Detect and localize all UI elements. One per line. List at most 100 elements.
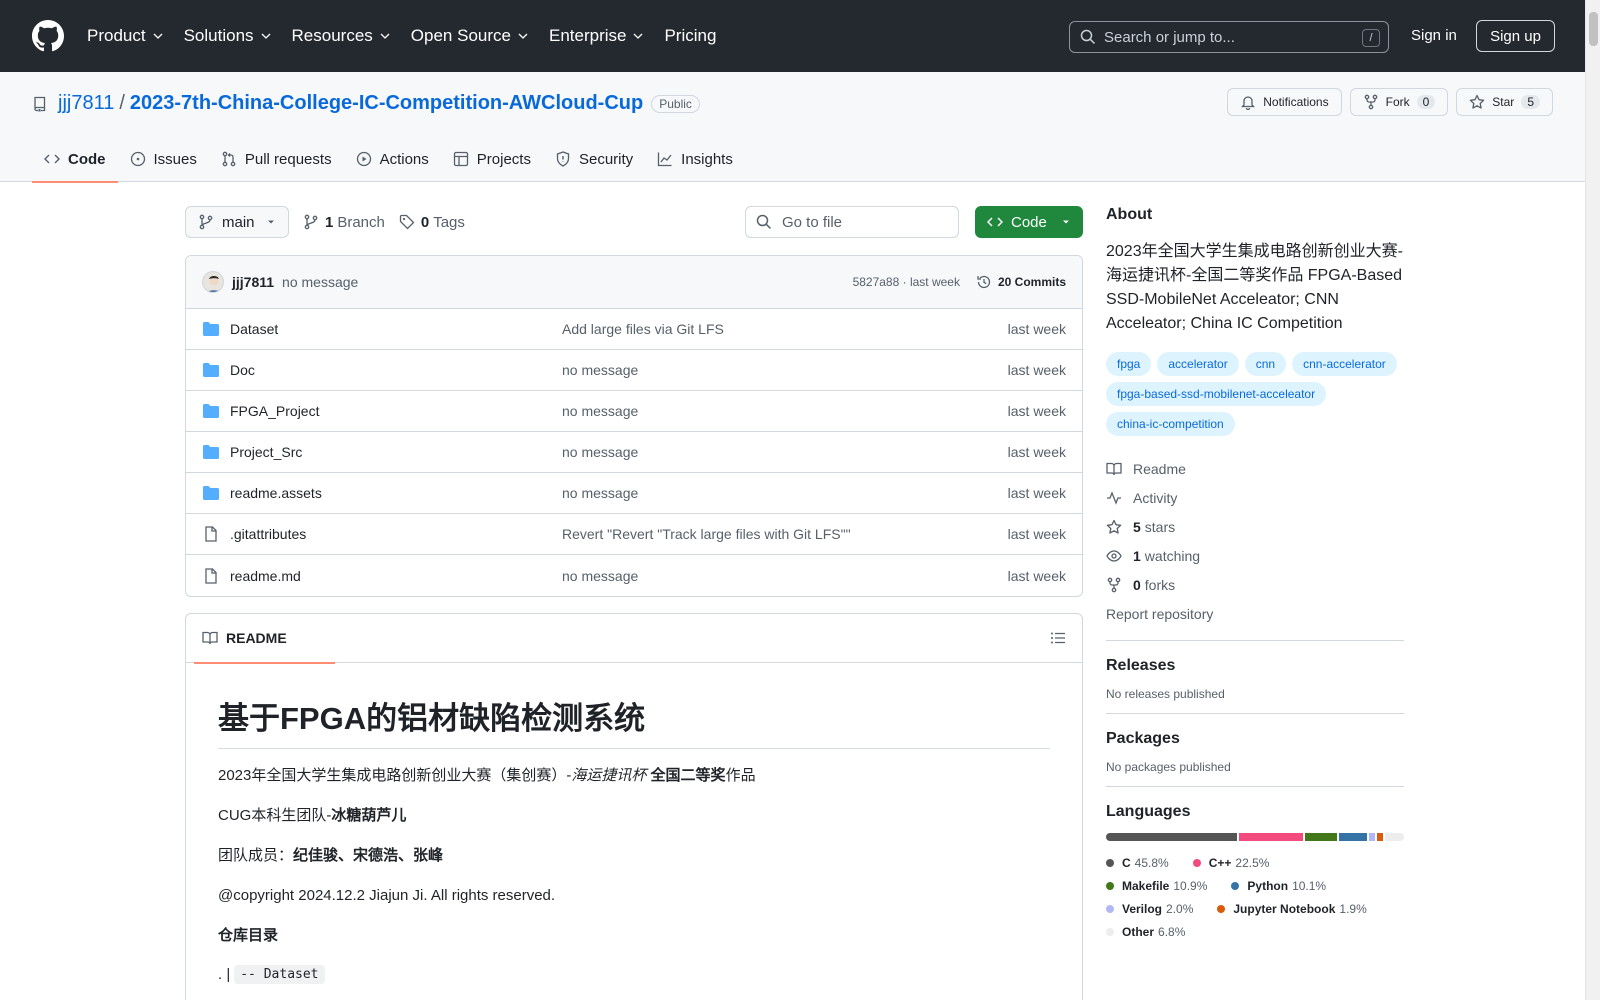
language-item[interactable]: C++ 22.5%	[1192, 851, 1269, 874]
commits-history-link[interactable]: 20 Commits	[976, 274, 1066, 290]
readme-paragraph-award: 2023年全国大学生集成电路创新创业大赛（集创赛）-海运捷讯杯 全国二等奖作品	[218, 765, 1050, 786]
star-count: 5	[1521, 95, 1540, 109]
repo-name-link[interactable]: 2023-7th-China-College-IC-Competition-AW…	[130, 92, 643, 115]
commit-message-link[interactable]: no message	[282, 274, 358, 290]
readme-paragraph-copyright: @copyright 2024.12.2 Jiajun Ji. All righ…	[218, 887, 556, 904]
avatar[interactable]	[202, 271, 224, 293]
tab-code[interactable]: Code	[32, 136, 118, 183]
list-unordered-icon[interactable]	[1050, 630, 1066, 646]
search-placeholder: Search or jump to...	[1104, 28, 1235, 46]
table-row[interactable]: Doc no message last week	[186, 350, 1082, 391]
tab-security[interactable]: Security	[543, 136, 645, 182]
topic-tag[interactable]: china-ic-competition	[1106, 412, 1235, 436]
team-name: 冰糖葫芦儿	[331, 807, 407, 824]
file-name-link[interactable]: readme.assets	[230, 485, 562, 501]
file-commit-message[interactable]: Add large files via Git LFS	[562, 321, 1008, 337]
repo-owner-link[interactable]: jjj7811	[58, 92, 114, 115]
language-item[interactable]: C 45.8%	[1106, 851, 1169, 874]
topic-tag[interactable]: fpga	[1106, 352, 1152, 376]
code-dropdown-button[interactable]: Code	[975, 206, 1083, 238]
language-item[interactable]: Makefile 10.9%	[1106, 874, 1207, 897]
file-name-link[interactable]: FPGA_Project	[230, 403, 562, 419]
nav-open-source[interactable]: Open Source	[411, 26, 529, 46]
fork-button[interactable]: Fork 0	[1349, 88, 1449, 116]
commit-hash-time[interactable]: 5827a88 · last week	[853, 275, 960, 289]
language-item[interactable]: Python 10.1%	[1231, 874, 1326, 897]
file-name-link[interactable]: Project_Src	[230, 444, 562, 460]
nav-pricing[interactable]: Pricing	[664, 26, 716, 46]
language-percent: 6.8%	[1158, 924, 1186, 939]
packages-heading[interactable]: Packages	[1106, 730, 1404, 748]
branch-selector[interactable]: main	[185, 206, 289, 238]
tab-projects[interactable]: Projects	[441, 136, 543, 182]
chevron-down-icon	[518, 33, 528, 39]
tab-issues[interactable]: Issues	[118, 136, 209, 182]
nav-resources[interactable]: Resources	[292, 26, 391, 46]
topic-tag[interactable]: accelerator	[1157, 352, 1239, 376]
language-name: Makefile	[1122, 878, 1170, 893]
file-commit-message[interactable]: no message	[562, 485, 1008, 501]
activity-link[interactable]: Activity	[1106, 483, 1404, 512]
releases-heading[interactable]: Releases	[1106, 657, 1404, 675]
language-name: Python	[1247, 878, 1289, 893]
file-name-link[interactable]: Dataset	[230, 321, 562, 337]
topic-tag[interactable]: cnn	[1244, 352, 1287, 376]
topic-tag[interactable]: fpga-based-ssd-mobilenet-acceleator	[1106, 382, 1327, 406]
file-name-link[interactable]: Doc	[230, 362, 562, 378]
table-row[interactable]: FPGA_Project no message last week	[186, 391, 1082, 432]
repo-icon	[34, 96, 46, 112]
sign-up-button[interactable]: Sign up	[1476, 20, 1555, 52]
tab-pull-requests[interactable]: Pull requests	[209, 136, 344, 182]
file-name-link[interactable]: .gitattributes	[230, 526, 562, 542]
tab-actions[interactable]: Actions	[344, 136, 441, 182]
file-icon	[205, 526, 217, 542]
go-to-file-input[interactable]: Go to file	[745, 206, 959, 238]
global-search-input[interactable]: Search or jump to... /	[1069, 21, 1389, 53]
nav-solutions[interactable]: Solutions	[184, 26, 272, 46]
table-row[interactable]: readme.md no message last week	[186, 555, 1082, 596]
search-icon	[756, 214, 772, 230]
commit-author-link[interactable]: jjj7811	[232, 274, 274, 290]
language-item[interactable]: Jupyter Notebook 1.9%	[1217, 897, 1367, 920]
about-heading: About	[1106, 206, 1153, 223]
file-commit-message[interactable]: no message	[562, 444, 1008, 460]
top-nav: Product Solutions Resources Open Source …	[87, 26, 736, 46]
language-item[interactable]: Other 6.8%	[1106, 920, 1185, 943]
readme-link[interactable]: Readme	[1106, 454, 1404, 483]
branches-link[interactable]: 1 Branch	[303, 214, 385, 231]
sign-in-link[interactable]: Sign in	[1411, 27, 1457, 44]
readme-tab[interactable]: README	[194, 614, 335, 664]
file-name-link[interactable]: readme.md	[230, 568, 562, 584]
file-commit-message[interactable]: Revert "Revert "Track large files with G…	[562, 526, 1008, 542]
table-row[interactable]: Dataset Add large files via Git LFS last w…	[186, 309, 1082, 350]
table-row[interactable]: .gitattributes Revert "Revert "Track larg…	[186, 514, 1082, 555]
code-icon	[987, 217, 1003, 227]
tags-link[interactable]: 0 Tags	[399, 214, 465, 231]
watchers-link[interactable]: 1 watching	[1106, 541, 1404, 570]
tab-insights[interactable]: Insights	[645, 136, 745, 182]
star-button[interactable]: Star 5	[1456, 88, 1553, 116]
table-row[interactable]: Project_Src no message last week	[186, 432, 1082, 473]
forks-link[interactable]: 0 forks	[1106, 570, 1404, 599]
report-repository-link[interactable]: Report repository	[1106, 599, 1404, 628]
readme-paragraph-directory: 仓库目录	[218, 925, 1050, 946]
nav-enterprise[interactable]: Enterprise	[549, 26, 644, 46]
file-commit-message[interactable]: no message	[562, 403, 1008, 419]
topic-tag[interactable]: cnn-accelerator	[1292, 352, 1397, 376]
file-browser: jjj7811 no message 5827a88 · last week 2…	[185, 255, 1083, 597]
language-dot	[1217, 904, 1226, 913]
stars-link[interactable]: 5 stars	[1106, 512, 1404, 541]
language-dot	[1106, 858, 1114, 867]
fork-label: Fork	[1385, 95, 1410, 109]
file-commit-message[interactable]: no message	[562, 568, 1008, 584]
table-row[interactable]: readme.assets no message last week	[186, 473, 1082, 514]
forks-count: 0	[1133, 576, 1141, 593]
nav-product[interactable]: Product	[87, 26, 164, 46]
language-item[interactable]: Verilog 2.0%	[1106, 897, 1193, 920]
scrollbar-thumb[interactable]	[1589, 12, 1598, 46]
notifications-button[interactable]: Notifications	[1227, 88, 1342, 116]
file-commit-message[interactable]: no message	[562, 362, 1008, 378]
page-scrollbar[interactable]	[1585, 0, 1600, 1000]
github-logo-icon[interactable]	[32, 20, 64, 52]
star-label: Star	[1492, 95, 1515, 109]
